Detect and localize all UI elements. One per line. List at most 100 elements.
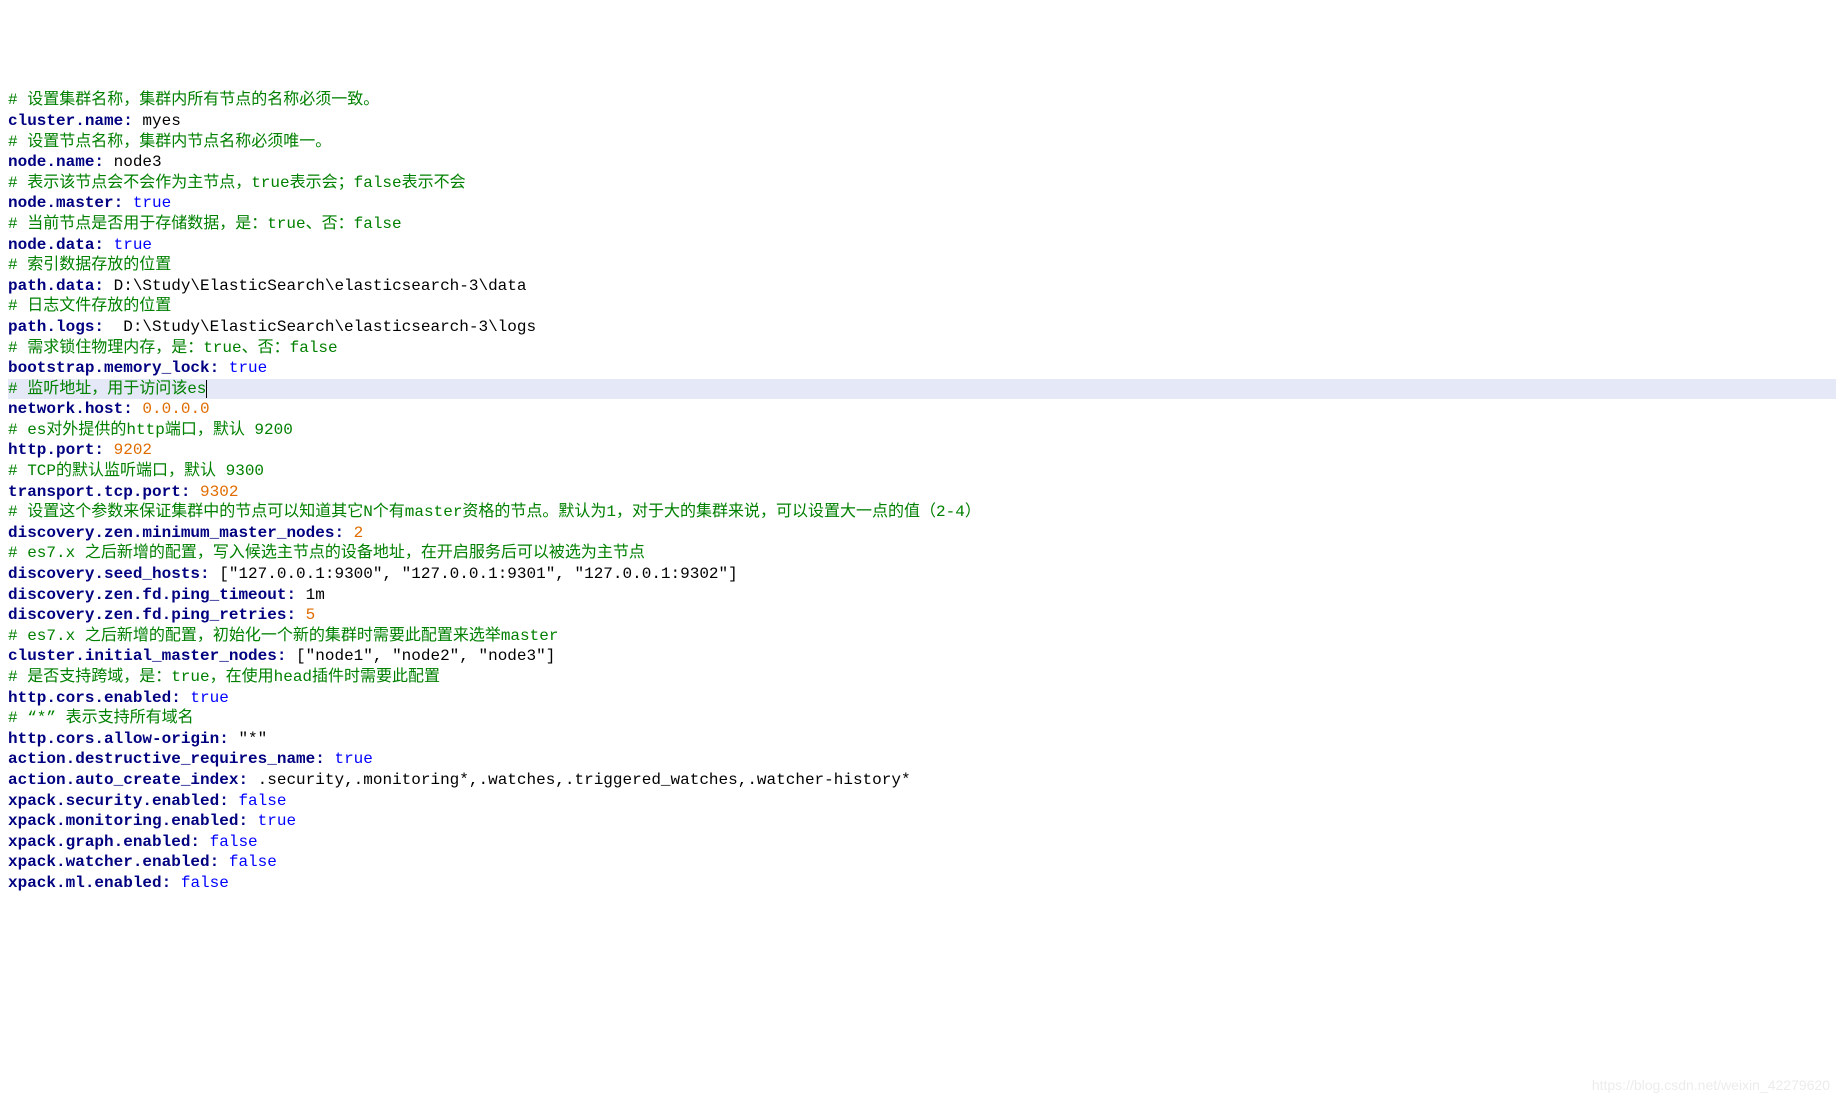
code-line: node.data: true xyxy=(8,235,1836,256)
code-line: path.data: D:\Study\ElasticSearch\elasti… xyxy=(8,276,1836,297)
code-line: http.cors.enabled: true xyxy=(8,688,1836,709)
comment-text: # 是否支持跨域，是：true，在使用head插件时需要此配置 xyxy=(8,668,440,686)
code-line: # “*” 表示支持所有域名 xyxy=(8,708,1836,729)
code-line: # 索引数据存放的位置 xyxy=(8,255,1836,276)
comment-text: # es对外提供的http端口，默认 9200 xyxy=(8,421,293,439)
config-key: http.cors.enabled: xyxy=(8,689,181,707)
config-key: bootstrap.memory_lock: xyxy=(8,359,219,377)
config-value: ["node1", "node2", "node3"] xyxy=(286,647,555,665)
comment-text: # 需求锁住物理内存，是：true、否：false xyxy=(8,339,338,357)
config-value: false xyxy=(200,833,258,851)
comment-text: # 表示该节点会不会作为主节点，true表示会；false表示不会 xyxy=(8,174,466,192)
config-value: true xyxy=(219,359,267,377)
config-key: discovery.zen.fd.ping_timeout: xyxy=(8,586,296,604)
comment-text: # es7.x 之后新增的配置，初始化一个新的集群时需要此配置来选举master xyxy=(8,627,558,645)
config-value: true xyxy=(104,236,152,254)
config-key: transport.tcp.port: xyxy=(8,483,190,501)
code-line: xpack.ml.enabled: false xyxy=(8,873,1836,894)
config-value: 9202 xyxy=(104,441,152,459)
code-line: path.logs: D:\Study\ElasticSearch\elasti… xyxy=(8,317,1836,338)
config-key: xpack.security.enabled: xyxy=(8,792,229,810)
config-value: D:\Study\ElasticSearch\elasticsearch-3\d… xyxy=(104,277,526,295)
config-value: true xyxy=(325,750,373,768)
code-line: xpack.graph.enabled: false xyxy=(8,832,1836,853)
config-value: 2 xyxy=(344,524,363,542)
code-line: # 设置这个参数来保证集群中的节点可以知道其它N个有master资格的节点。默认… xyxy=(8,502,1836,523)
code-line: xpack.monitoring.enabled: true xyxy=(8,811,1836,832)
code-line: http.cors.allow-origin: "*" xyxy=(8,729,1836,750)
code-line: # TCP的默认监听端口，默认 9300 xyxy=(8,461,1836,482)
config-key: discovery.zen.minimum_master_nodes: xyxy=(8,524,344,542)
config-value: "*" xyxy=(229,730,267,748)
watermark: https://blog.csdn.net/weixin_42279620 xyxy=(1592,1075,1830,1096)
config-value: false xyxy=(219,853,277,871)
config-value: false xyxy=(171,874,229,892)
code-line: discovery.zen.fd.ping_retries: 5 xyxy=(8,605,1836,626)
config-key: cluster.initial_master_nodes: xyxy=(8,647,286,665)
code-line: http.port: 9202 xyxy=(8,440,1836,461)
code-line: # es对外提供的http端口，默认 9200 xyxy=(8,420,1836,441)
code-line: transport.tcp.port: 9302 xyxy=(8,482,1836,503)
comment-text: # 日志文件存放的位置 xyxy=(8,297,171,315)
code-line: cluster.name: myes xyxy=(8,111,1836,132)
config-key: xpack.ml.enabled: xyxy=(8,874,171,892)
code-line: # es7.x 之后新增的配置，写入候选主节点的设备地址，在开启服务后可以被选为… xyxy=(8,543,1836,564)
config-key: xpack.monitoring.enabled: xyxy=(8,812,248,830)
code-line: action.auto_create_index: .security,.mon… xyxy=(8,770,1836,791)
code-line: node.name: node3 xyxy=(8,152,1836,173)
comment-text: # es7.x 之后新增的配置，写入候选主节点的设备地址，在开启服务后可以被选为… xyxy=(8,544,645,562)
code-line: # 监听地址，用于访问该es xyxy=(8,379,1836,400)
code-line: # 是否支持跨域，是：true，在使用head插件时需要此配置 xyxy=(8,667,1836,688)
code-line: action.destructive_requires_name: true xyxy=(8,749,1836,770)
code-line: # 表示该节点会不会作为主节点，true表示会；false表示不会 xyxy=(8,173,1836,194)
code-line: # 设置集群名称，集群内所有节点的名称必须一致。 xyxy=(8,90,1836,111)
config-key: action.auto_create_index: xyxy=(8,771,248,789)
code-line: # 当前节点是否用于存储数据，是：true、否：false xyxy=(8,214,1836,235)
code-line: xpack.watcher.enabled: false xyxy=(8,852,1836,873)
config-key: xpack.watcher.enabled: xyxy=(8,853,219,871)
config-key: cluster.name: xyxy=(8,112,133,130)
config-key: network.host: xyxy=(8,400,133,418)
code-line: network.host: 0.0.0.0 xyxy=(8,399,1836,420)
code-line: xpack.security.enabled: false xyxy=(8,791,1836,812)
config-key: node.name: xyxy=(8,153,104,171)
code-line: # 设置节点名称，集群内节点名称必须唯一。 xyxy=(8,132,1836,153)
comment-text: # 监听地址，用于访问该es xyxy=(8,380,207,398)
config-value: true xyxy=(181,689,229,707)
config-value: node3 xyxy=(104,153,162,171)
comment-text: # 索引数据存放的位置 xyxy=(8,256,171,274)
config-key: xpack.graph.enabled: xyxy=(8,833,200,851)
code-line: # es7.x 之后新增的配置，初始化一个新的集群时需要此配置来选举master xyxy=(8,626,1836,647)
config-key: action.destructive_requires_name: xyxy=(8,750,325,768)
code-line: node.master: true xyxy=(8,193,1836,214)
config-value: 1m xyxy=(296,586,325,604)
code-line: bootstrap.memory_lock: true xyxy=(8,358,1836,379)
config-key: http.cors.allow-origin: xyxy=(8,730,229,748)
config-key: discovery.seed_hosts: xyxy=(8,565,210,583)
comment-text: # 设置节点名称，集群内节点名称必须唯一。 xyxy=(8,133,331,151)
comment-text: # 当前节点是否用于存储数据，是：true、否：false xyxy=(8,215,402,233)
config-value: false xyxy=(229,792,287,810)
config-key: node.data: xyxy=(8,236,104,254)
comment-text: # 设置这个参数来保证集群中的节点可以知道其它N个有master资格的节点。默认… xyxy=(8,503,981,521)
config-key: discovery.zen.fd.ping_retries: xyxy=(8,606,296,624)
code-line: discovery.zen.minimum_master_nodes: 2 xyxy=(8,523,1836,544)
code-line: discovery.seed_hosts: ["127.0.0.1:9300",… xyxy=(8,564,1836,585)
config-key: http.port: xyxy=(8,441,104,459)
config-value: true xyxy=(123,194,171,212)
config-code-block: # 设置集群名称，集群内所有节点的名称必须一致。 cluster.name: my… xyxy=(8,90,1836,893)
config-value: true xyxy=(248,812,296,830)
config-value: ["127.0.0.1:9300", "127.0.0.1:9301", "12… xyxy=(210,565,738,583)
comment-text: # “*” 表示支持所有域名 xyxy=(8,709,194,727)
code-line: discovery.zen.fd.ping_timeout: 1m xyxy=(8,585,1836,606)
config-value: 5 xyxy=(296,606,315,624)
code-line: # 需求锁住物理内存，是：true、否：false xyxy=(8,338,1836,359)
comment-text: # 设置集群名称，集群内所有节点的名称必须一致。 xyxy=(8,91,379,109)
config-key: path.logs: xyxy=(8,318,104,336)
code-line: cluster.initial_master_nodes: ["node1", … xyxy=(8,646,1836,667)
comment-text: # TCP的默认监听端口，默认 9300 xyxy=(8,462,264,480)
code-line: # 日志文件存放的位置 xyxy=(8,296,1836,317)
config-value: 9302 xyxy=(190,483,238,501)
config-value: myes xyxy=(133,112,181,130)
config-key: node.master: xyxy=(8,194,123,212)
